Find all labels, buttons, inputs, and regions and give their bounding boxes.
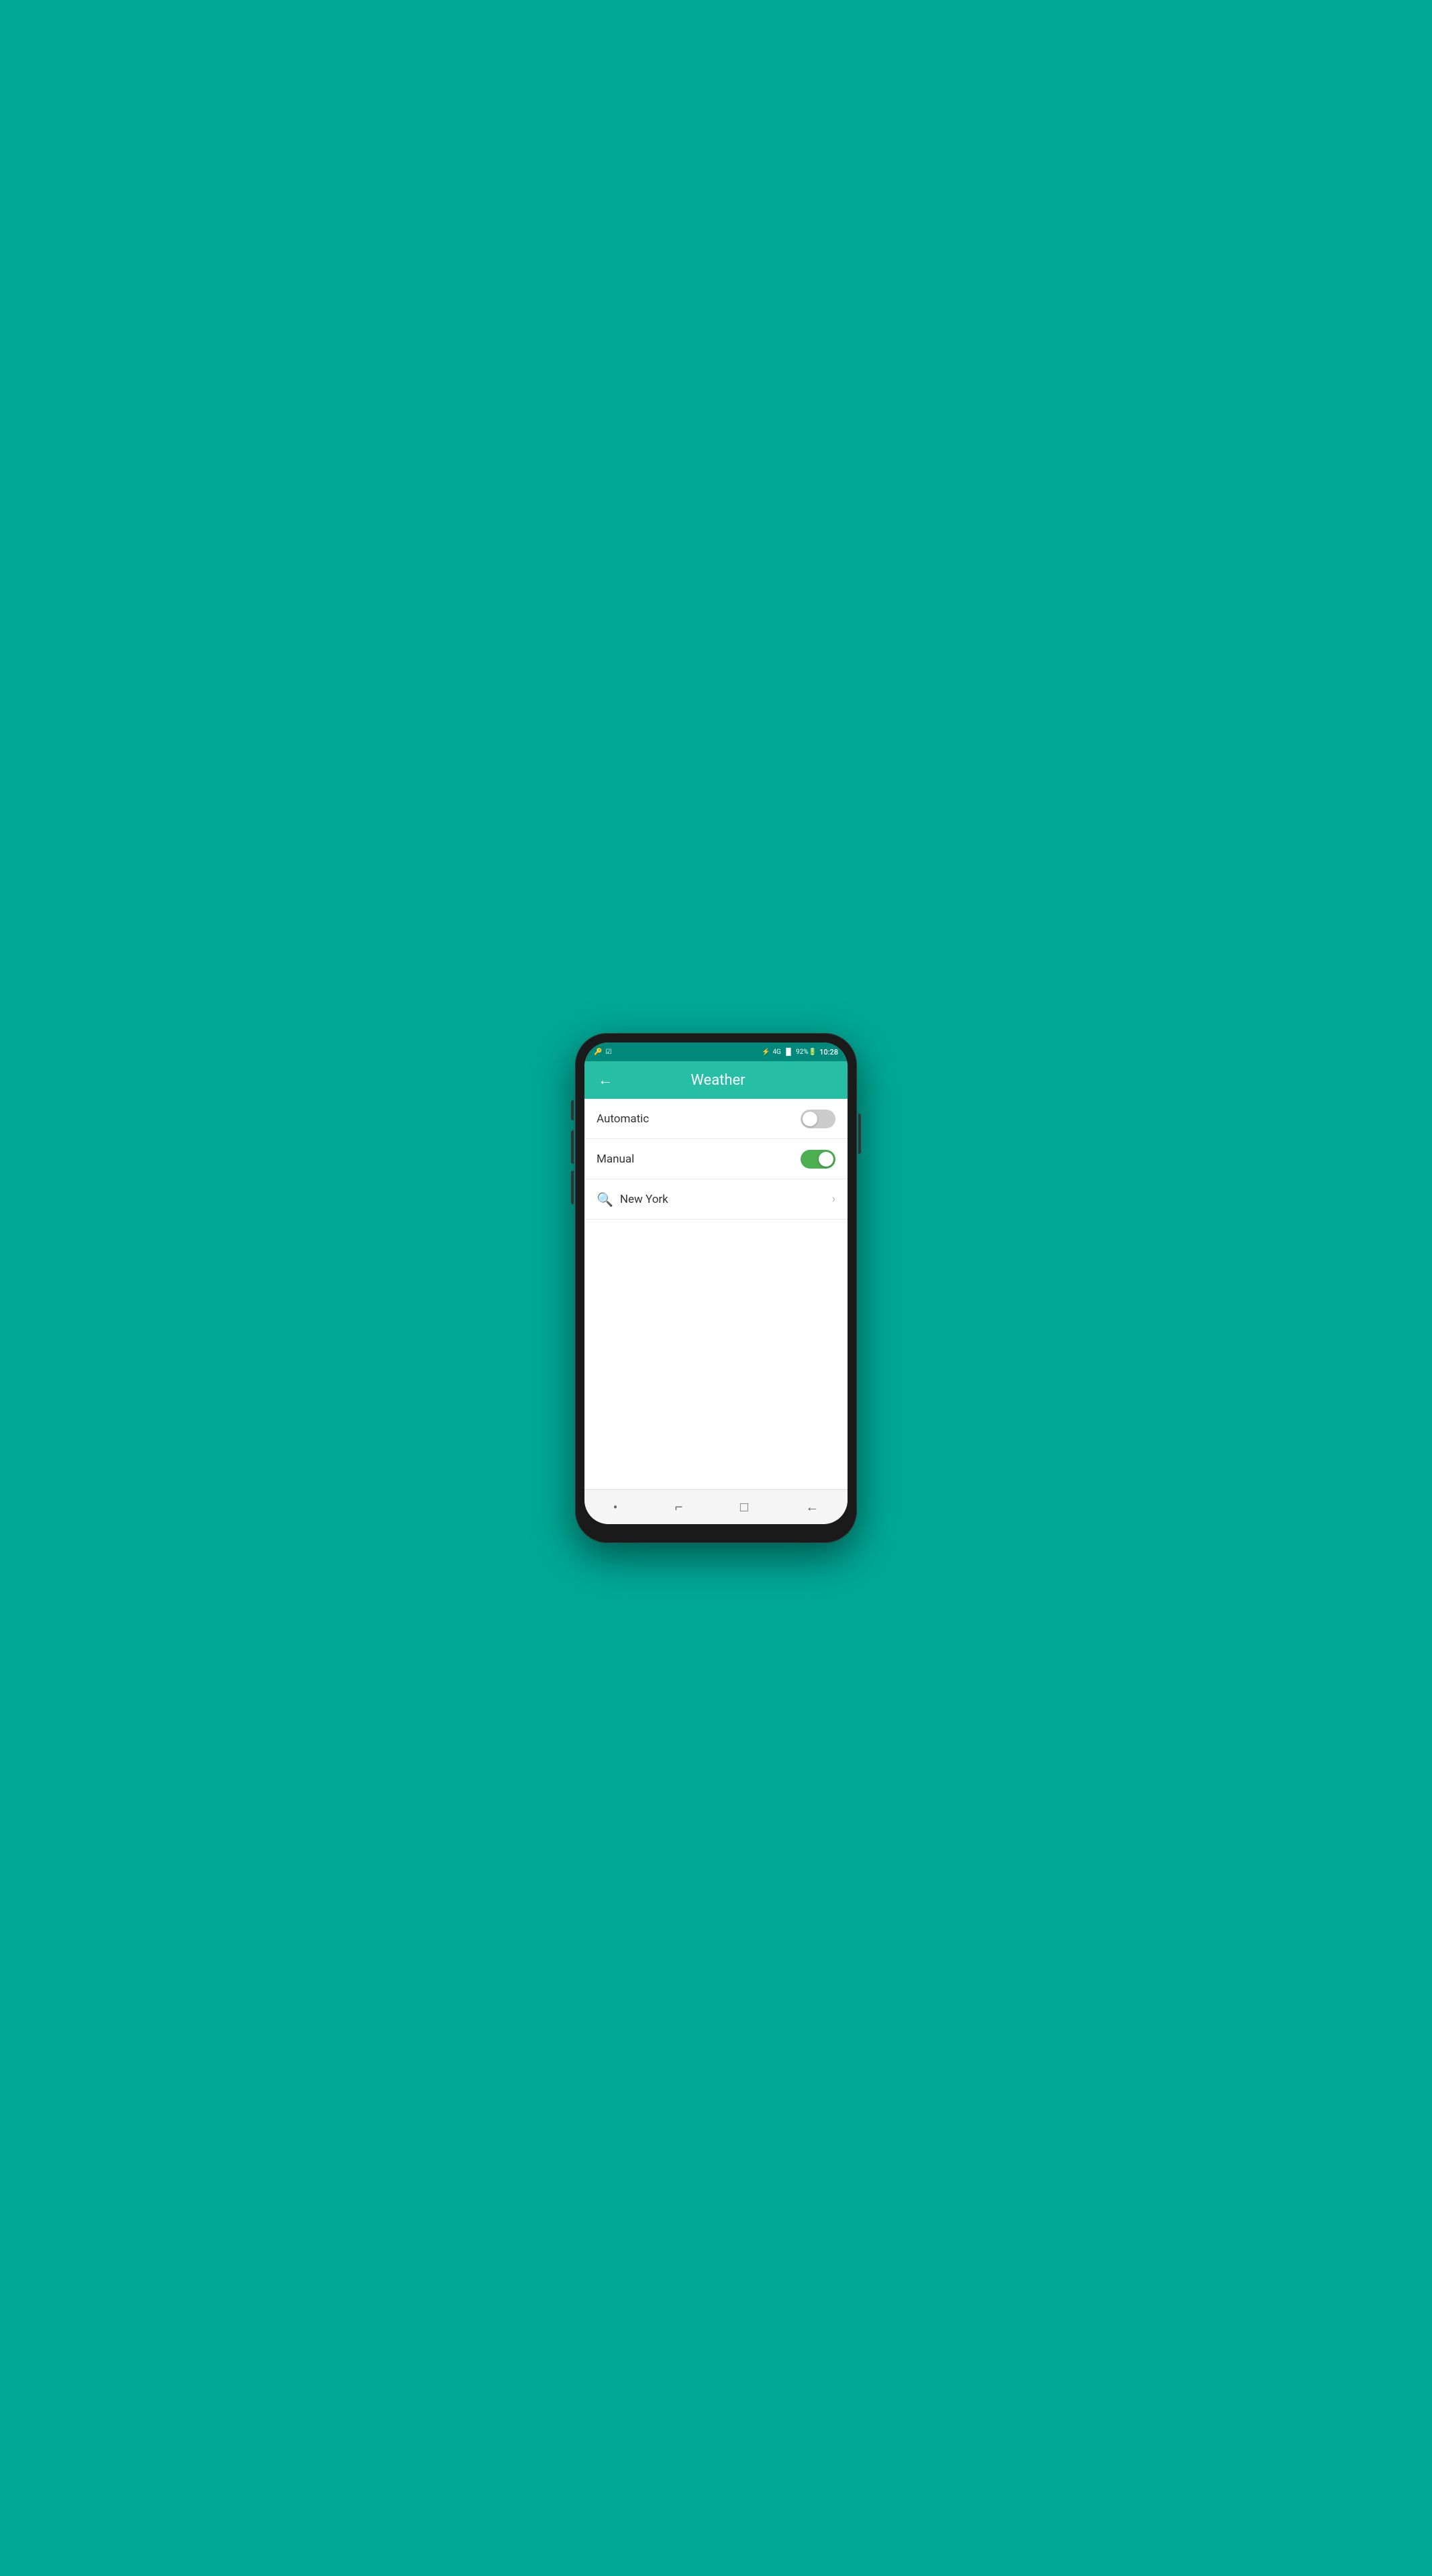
chevron-right-icon: › bbox=[832, 1192, 835, 1206]
content-area: Automatic Manual 🔍 bbox=[584, 1099, 848, 1489]
app-title: Weather bbox=[623, 1072, 813, 1089]
manual-toggle-thumb bbox=[819, 1152, 833, 1167]
recent-apps-button[interactable]: ⌐ bbox=[670, 1493, 688, 1521]
manual-label: Manual bbox=[597, 1152, 634, 1166]
search-left: 🔍 New York bbox=[597, 1191, 668, 1208]
signal-bars-icon: ▐▌ bbox=[784, 1049, 793, 1056]
bixby-button[interactable] bbox=[571, 1171, 574, 1204]
checkbox-icon: ☑ bbox=[605, 1049, 611, 1056]
signal-4g-icon: 4G bbox=[772, 1049, 780, 1056]
status-right: ⚡ 4G ▐▌ 92%🔋 10:28 bbox=[762, 1048, 838, 1057]
manual-toggle-track bbox=[801, 1150, 835, 1169]
home-button[interactable]: • bbox=[608, 1494, 623, 1521]
status-left: 🔑 ☑ bbox=[594, 1049, 611, 1056]
overview-button[interactable]: □ bbox=[735, 1493, 754, 1521]
automatic-toggle[interactable] bbox=[801, 1110, 835, 1128]
phone-device: 🔑 ☑ ⚡ 4G ▐▌ 92%🔋 10:28 ← Weather Automat… bbox=[575, 1033, 857, 1543]
automatic-label: Automatic bbox=[597, 1112, 649, 1126]
back-nav-icon: ← bbox=[805, 1499, 819, 1515]
home-icon: • bbox=[613, 1499, 618, 1515]
power-button[interactable] bbox=[858, 1114, 861, 1154]
search-icon: 🔍 bbox=[597, 1191, 613, 1208]
key-icon: 🔑 bbox=[594, 1049, 602, 1056]
battery-icon: 92%🔋 bbox=[796, 1049, 817, 1056]
back-button[interactable]: ← bbox=[595, 1069, 615, 1091]
automatic-toggle-track bbox=[801, 1110, 835, 1128]
location-text: New York bbox=[620, 1193, 668, 1206]
status-time: 10:28 bbox=[819, 1048, 838, 1057]
automatic-toggle-thumb bbox=[803, 1112, 817, 1126]
top-app-bar: ← Weather bbox=[584, 1061, 848, 1099]
square-icon: □ bbox=[740, 1499, 748, 1515]
volume-down-button[interactable] bbox=[571, 1130, 574, 1164]
phone-screen: 🔑 ☑ ⚡ 4G ▐▌ 92%🔋 10:28 ← Weather Automat… bbox=[584, 1042, 848, 1524]
bluetooth-icon: ⚡ bbox=[762, 1049, 770, 1056]
nav-back-button[interactable]: ← bbox=[800, 1493, 824, 1521]
manual-row[interactable]: Manual bbox=[584, 1139, 848, 1179]
nav-bar: • ⌐ □ ← bbox=[584, 1489, 848, 1524]
automatic-row[interactable]: Automatic bbox=[584, 1099, 848, 1139]
status-bar: 🔑 ☑ ⚡ 4G ▐▌ 92%🔋 10:28 bbox=[584, 1042, 848, 1061]
location-row[interactable]: 🔍 New York › bbox=[584, 1179, 848, 1220]
recent-icon: ⌐ bbox=[675, 1499, 683, 1515]
manual-toggle[interactable] bbox=[801, 1150, 835, 1169]
volume-up-button[interactable] bbox=[571, 1100, 574, 1120]
